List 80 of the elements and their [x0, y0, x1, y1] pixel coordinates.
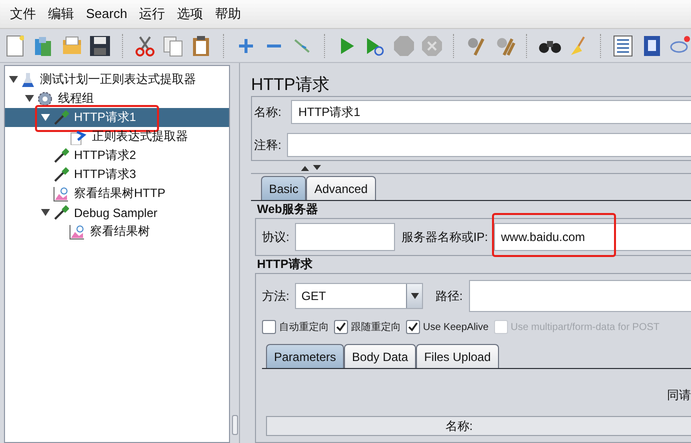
- clipboard-icon[interactable]: [191, 34, 212, 56]
- menu-item[interactable]: 运行: [133, 5, 172, 23]
- protocol-field[interactable]: [295, 223, 396, 251]
- menu-item[interactable]: 选项: [171, 5, 210, 23]
- section-heading: HTTP请求: [256, 256, 314, 273]
- comment-label: 注释:: [254, 136, 282, 154]
- plus-icon[interactable]: [236, 36, 255, 54]
- tab[interactable]: Advanced: [306, 176, 376, 200]
- chart-icon: [53, 186, 69, 202]
- document-arrow-icon: [69, 128, 87, 144]
- menu-item[interactable]: 编辑: [42, 5, 80, 23]
- tree-item[interactable]: 正则表达式提取器: [5, 127, 229, 146]
- expanded-arrow-icon[interactable]: [25, 94, 34, 103]
- tree-item[interactable]: HTTP请求3: [5, 165, 229, 184]
- name-field[interactable]: HTTP请求1: [291, 100, 691, 124]
- tree-item-label: 测试计划一正则表达式提取器: [39, 71, 196, 88]
- checkbox[interactable]: [262, 320, 276, 334]
- play-icon[interactable]: [338, 36, 355, 56]
- chart-icon: [69, 224, 85, 240]
- list-icon[interactable]: [613, 34, 634, 56]
- flask-icon: [21, 72, 35, 88]
- cut-label: 同请: [667, 387, 691, 404]
- protocol-label: 协议:: [262, 228, 290, 246]
- checkbox[interactable]: [406, 320, 420, 334]
- play-icon[interactable]: [365, 36, 386, 56]
- expanded-arrow-icon[interactable]: [9, 75, 18, 84]
- tree-item[interactable]: HTTP请求1: [5, 108, 229, 127]
- tree-item[interactable]: 测试计划一正则表达式提取器: [5, 70, 229, 89]
- copy-icon[interactable]: [162, 34, 184, 56]
- menu-item[interactable]: 文件: [4, 5, 42, 23]
- tab[interactable]: Basic: [261, 176, 306, 200]
- method-dropdown[interactable]: GET: [295, 283, 424, 309]
- name-label: 名称:: [254, 104, 282, 120]
- tab[interactable]: Parameters: [266, 344, 344, 368]
- tree-item[interactable]: HTTP请求2: [5, 146, 229, 165]
- scrollbar-thumb[interactable]: [232, 415, 238, 435]
- panel-title: HTTP请求: [251, 74, 330, 96]
- tree-item-label: 察看结果树: [89, 223, 150, 240]
- method-label: 方法:: [262, 288, 290, 304]
- shutdown-icon[interactable]: [420, 34, 443, 56]
- tree-item[interactable]: 察看结果树: [5, 222, 229, 241]
- expanded-arrow-icon[interactable]: [41, 208, 50, 217]
- tree-item-label: 正则表达式提取器: [91, 128, 188, 145]
- folder-icon[interactable]: [60, 36, 83, 56]
- tree-item-label: HTTP请求2: [73, 147, 136, 164]
- help-book-icon[interactable]: [642, 34, 661, 56]
- tree-item[interactable]: 察看结果树HTTP: [5, 184, 229, 203]
- gear-icon: [37, 90, 53, 106]
- tree-item-label: Debug Sampler: [73, 206, 158, 220]
- pipette-icon: [53, 166, 69, 182]
- path-field[interactable]: [468, 280, 691, 312]
- tree-item-label: HTTP请求3: [73, 166, 136, 183]
- expanded-arrow-icon[interactable]: [41, 113, 50, 122]
- tab[interactable]: Body Data: [344, 344, 416, 368]
- tree-item[interactable]: Debug Sampler: [5, 203, 229, 222]
- section-heading: Web服务器: [256, 201, 320, 218]
- menu-item[interactable]: Search: [80, 5, 134, 23]
- pipette-icon: [53, 148, 69, 164]
- collapse-arrows-icon[interactable]: [301, 165, 321, 171]
- table-header: 名称:: [266, 416, 691, 436]
- server-field[interactable]: www.baidu.com: [494, 223, 691, 251]
- dropdown-arrow-icon: [410, 293, 419, 299]
- checkbox[interactable]: [334, 320, 348, 334]
- path-label: 路径:: [435, 288, 463, 304]
- pipette-icon: [53, 110, 69, 126]
- menu-item[interactable]: 帮助: [209, 5, 248, 23]
- scissors-icon[interactable]: [134, 34, 156, 56]
- stop-icon[interactable]: [392, 34, 414, 56]
- tree-item[interactable]: 线程组: [5, 89, 229, 108]
- tab[interactable]: Files Upload: [416, 344, 499, 368]
- server-label: 服务器名称或IP:: [401, 228, 488, 246]
- checkbox-label: Use KeepAlive: [423, 322, 489, 332]
- tree-item-label: HTTP请求1: [73, 109, 136, 126]
- pipette-icon: [53, 204, 69, 220]
- new-file-icon[interactable]: [6, 34, 24, 56]
- tree-item-label: 线程组: [57, 90, 94, 107]
- tree-item-label: 察看结果树HTTP: [73, 185, 166, 202]
- comment-field[interactable]: [287, 133, 691, 157]
- checkbox-label: 跟随重定向: [351, 320, 401, 334]
- checkbox-label: 自动重定向: [279, 320, 329, 334]
